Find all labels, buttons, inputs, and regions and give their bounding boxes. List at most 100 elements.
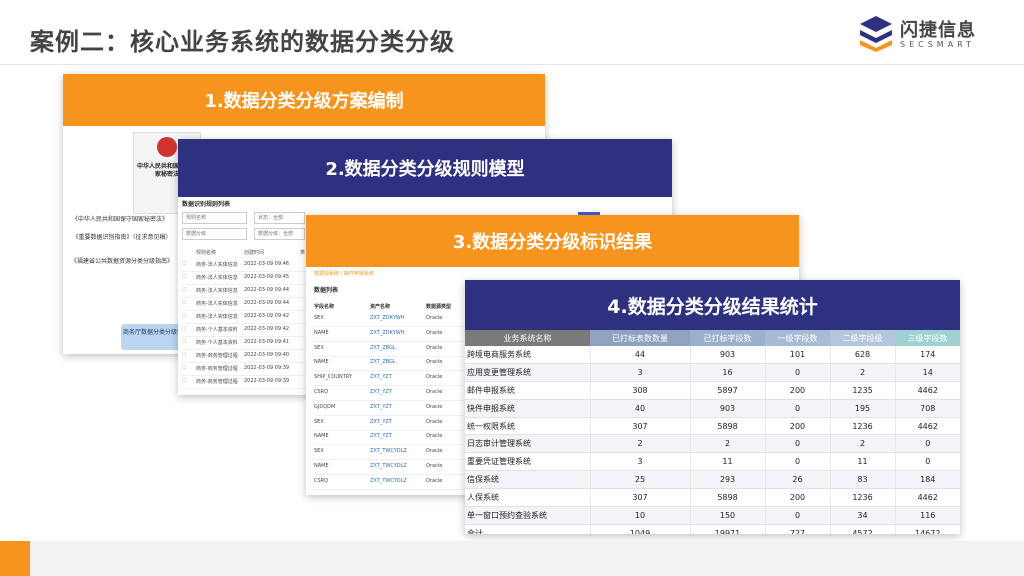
asset-name-link[interactable]: ZXT_TWCYDLZ (370, 463, 407, 469)
table-row[interactable]: ☐ 商务-法人实体信息 2022-03-09 09:44 (182, 285, 308, 298)
row-checkbox[interactable]: ☐ (182, 313, 186, 319)
value-cell: 293 (689, 470, 765, 490)
level-filter[interactable]: 数据分级 (182, 228, 247, 240)
row-checkbox[interactable]: ☐ (182, 378, 186, 384)
row-checkbox[interactable]: ☐ (182, 287, 186, 293)
doc-caption-3: 《福建省公共数据资源分类分级指南》 (70, 258, 173, 265)
system-name-cell: 单一窗口预约查验系统 (465, 506, 590, 525)
table-row[interactable]: SHIP_COUNTRY ZXT_YZT Oracle (314, 371, 464, 387)
value-cell: 26 (764, 470, 830, 490)
system-name-cell: 应用变更管理系统 (465, 363, 590, 382)
value-cell: 0 (894, 452, 960, 472)
value-cell: 11 (829, 452, 895, 472)
row-checkbox[interactable]: ☐ (182, 339, 186, 345)
rule-time-cell: 2022-03-09 09:39 (244, 365, 290, 371)
column-header: 已打标字段数 (690, 330, 765, 346)
table-row[interactable]: CSRQ ZXT_TWCYDLZ Oracle (314, 475, 464, 490)
field-name-cell: SHIP_COUNTRY (314, 374, 353, 381)
source-type-cell: Oracle (426, 433, 443, 440)
value-cell: 307 (589, 417, 690, 436)
table-row[interactable]: NAME ZXT_YZT Oracle (314, 430, 464, 446)
table-row[interactable]: ☐ 商务-法人实体信息 2022-03-09 09:45 (182, 272, 308, 285)
value-cell: 1235 (829, 381, 895, 400)
source-type-cell: Oracle (426, 374, 443, 381)
column-header: 一级字段数 (765, 330, 830, 346)
table-row[interactable]: ☐ 商务-商务管理过程 2022-03-09 09:40 (182, 350, 308, 363)
table-row[interactable]: NAME ZXT_ZBGL Oracle (314, 356, 464, 372)
rule-name-cell: 商务-法人实体信息 (196, 288, 238, 294)
table-row[interactable]: ☐ 商务-商务管理过程 2022-03-09 09:39 (182, 376, 308, 389)
rule-search-input[interactable]: 规则名称 (182, 212, 247, 224)
row-checkbox[interactable]: ☐ (182, 261, 186, 267)
field-name-cell: CSRQ (314, 389, 329, 395)
table-row[interactable]: NAME ZXT_TWCYDLZ Oracle (314, 460, 464, 475)
row-checkbox[interactable]: ☐ (182, 326, 186, 332)
table-row: 应用变更管理系统 3 16 0 2 14 (465, 363, 960, 382)
asset-name-link[interactable]: ZXT_TWCYDLZ (370, 478, 407, 484)
asset-name-link[interactable]: ZXT_YZT (370, 374, 392, 380)
title-divider (0, 64, 1024, 65)
value-cell: 628 (829, 346, 895, 364)
column-header: 数据源类型 (426, 304, 452, 310)
asset-name-link[interactable]: ZXT_YZT (370, 404, 392, 410)
value-cell: 184 (894, 470, 960, 490)
field-name-cell: NAME (314, 359, 329, 366)
rule-time-cell: 2022-03-09 09:40 (244, 352, 290, 358)
level-filter-all[interactable]: 数据分级：全部 (254, 228, 305, 240)
table-row: 统一权限系统 307 5898 200 1236 4462 (465, 417, 960, 436)
value-cell: 3 (589, 363, 690, 382)
system-name-cell: 快件申报系统 (465, 399, 590, 418)
value-cell: 0 (764, 506, 830, 525)
rule-time-cell: 2022-03-09 09:44 (244, 287, 290, 293)
table-row[interactable]: SEX ZXT_YZT Oracle (314, 416, 464, 431)
breadcrumb[interactable]: 数据源系统 / 邮件申报系统 (314, 270, 374, 277)
card1-banner: 1.数据分类分级方案编制 (63, 74, 545, 126)
value-cell: 1236 (829, 488, 895, 508)
asset-name-link[interactable]: ZXT_YZT (370, 389, 392, 395)
table-row[interactable]: SEX ZXT_ZDKYWH Oracle (314, 312, 464, 327)
value-cell: 14672 (894, 524, 960, 534)
row-checkbox[interactable]: ☐ (182, 300, 186, 306)
source-type-cell: Oracle (426, 418, 443, 425)
row-checkbox[interactable]: ☐ (182, 365, 186, 371)
value-cell: 1236 (829, 417, 895, 436)
slide-title: 案例二：核心业务系统的数据分类分级 (30, 28, 455, 56)
table-row[interactable]: GJDQDM ZXT_YZT Oracle (314, 401, 464, 416)
table-row[interactable]: NAME ZXT_ZDKYWH Oracle (314, 327, 464, 342)
asset-name-link[interactable]: ZXT_ZDKYWH (370, 315, 404, 321)
rule-name-cell: 商务-商务管理过程 (196, 353, 238, 359)
value-cell: 0 (764, 452, 830, 472)
row-checkbox[interactable]: ☐ (182, 352, 186, 358)
row-checkbox[interactable]: ☐ (182, 274, 186, 280)
asset-name-link[interactable]: ZXT_TWCYDLZ (370, 448, 407, 454)
footer-band (0, 541, 1024, 576)
asset-name-link[interactable]: ZXT_ZBGL (370, 345, 396, 351)
asset-name-link[interactable]: ZXT_ZBGL (370, 359, 396, 365)
value-cell: 200 (764, 417, 830, 436)
card4-banner: 4.数据分类分级结果统计 (465, 280, 960, 330)
value-cell: 200 (764, 381, 830, 400)
table-row[interactable]: SEX ZXT_TWCYDLZ Oracle (314, 445, 464, 461)
table-row[interactable]: ☐ 商务-商务管理过程 2022-03-09 09:39 (182, 363, 308, 376)
asset-name-link[interactable]: ZXT_YZT (370, 419, 392, 425)
value-cell: 10 (589, 506, 690, 525)
table-row[interactable]: CSRQ ZXT_YZT Oracle (314, 386, 464, 401)
asset-name-link[interactable]: ZXT_ZDKYWH (370, 330, 404, 336)
table-row[interactable]: ☐ 商务-个人基本资料 2022-03-09 09:41 (182, 337, 308, 350)
asset-name-link[interactable]: ZXT_YZT (370, 433, 392, 439)
table-row: 快件申报系统 40 903 0 195 708 (465, 399, 960, 418)
table-row[interactable]: ☐ 商务-个人基本资料 2022-03-09 09:42 (182, 324, 308, 337)
value-cell: 727 (764, 524, 830, 534)
table-row[interactable]: ☐ 商务-法人实体信息 2022-03-09 09:44 (182, 298, 308, 311)
value-cell: 83 (829, 470, 895, 490)
table-row: 跨境电商服务系统 44 903 101 628 174 (465, 346, 960, 364)
table-row[interactable]: ☐ 商务-法人实体信息 2022-03-09 09:46 (182, 259, 308, 272)
rule-time-cell: 2022-03-09 09:42 (244, 313, 290, 319)
table-row[interactable]: SEX ZXT_ZBGL Oracle (314, 342, 464, 357)
system-name-cell: 统一权限系统 (465, 417, 590, 436)
value-cell: 19971 (689, 524, 765, 534)
value-cell: 25 (589, 470, 690, 490)
table-row[interactable]: ☐ 商务-法人实体信息 2022-03-09 09:42 (182, 311, 308, 324)
value-cell: 200 (764, 488, 830, 508)
status-filter[interactable]: 状态：全部 (254, 212, 305, 224)
